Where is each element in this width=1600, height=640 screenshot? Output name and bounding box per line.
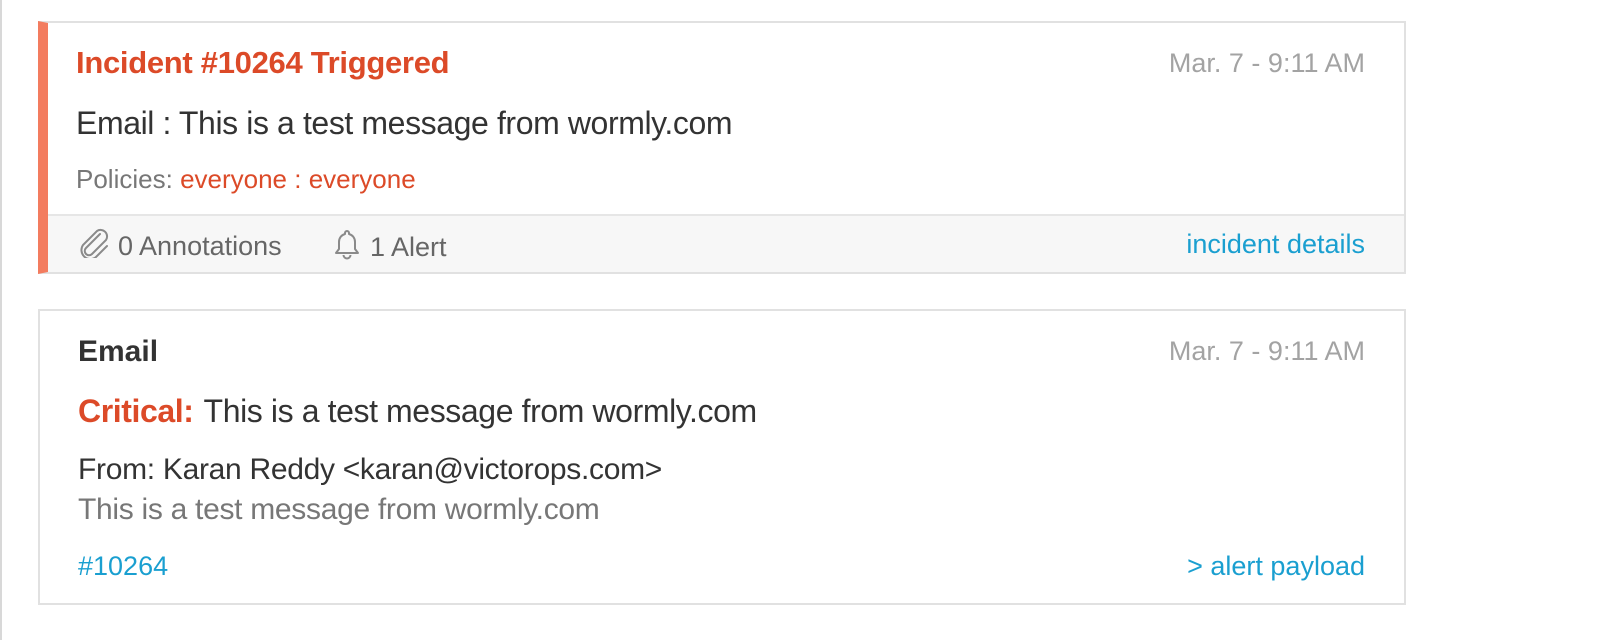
incident-number-link[interactable]: #10264 [78, 551, 168, 582]
alert-payload-link[interactable]: > alert payload [1187, 551, 1365, 582]
alerts-label: 1 Alert [370, 232, 447, 262]
incident-footer: 0 Annotations 1 Alert incident details [48, 214, 1404, 272]
incident-card[interactable]: Incident #10264 Triggered Mar. 7 - 9:11 … [38, 21, 1406, 274]
alert-body: This is a test message from wormly.com [78, 493, 600, 526]
policies-label: Policies: [76, 164, 173, 194]
incident-title[interactable]: Incident #10264 Triggered [76, 45, 450, 81]
incident-summary: Email : This is a test message from worm… [76, 105, 733, 141]
annotations-label: 0 Annotations [118, 231, 282, 261]
incident-timeline: Incident #10264 Triggered Mar. 7 - 9:11 … [0, 0, 1600, 640]
alerts-count[interactable]: 1 Alert [330, 228, 447, 267]
alert-headline-text: This is a test message from wormly.com [203, 393, 758, 429]
incident-timestamp: Mar. 7 - 9:11 AM [1168, 48, 1365, 78]
bell-icon [330, 228, 370, 267]
paperclip-icon [76, 228, 118, 265]
alert-timestamp: Mar. 7 - 9:11 AM [1168, 336, 1365, 366]
alert-source: Email [78, 335, 159, 368]
alert-headline: Critical: This is a test message from wor… [78, 393, 757, 430]
alert-from: From: Karan Reddy <karan@victorops.com> [78, 453, 662, 486]
policies-value[interactable]: everyone : everyone [180, 164, 416, 194]
policies: Policies: everyone : everyone [76, 164, 416, 195]
severity-label: Critical: [78, 393, 194, 429]
alert-card: Email Mar. 7 - 9:11 AM Critical: This is … [38, 309, 1406, 605]
annotations-count[interactable]: 0 Annotations [76, 228, 282, 265]
incident-details-link[interactable]: incident details [1186, 229, 1365, 260]
